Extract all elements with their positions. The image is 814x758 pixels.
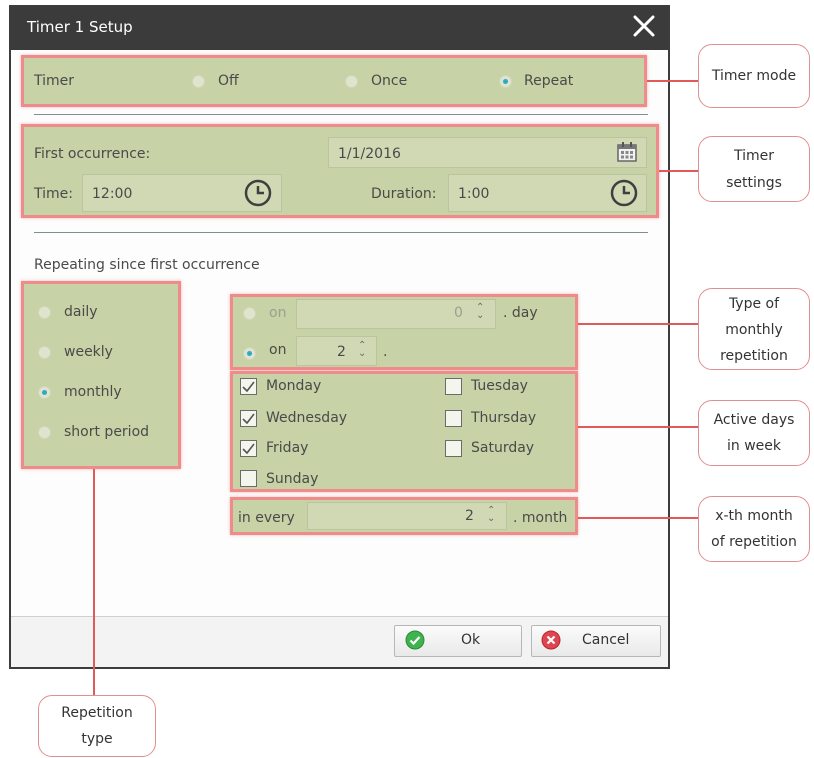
monthly-option2-radio[interactable] — [243, 347, 256, 360]
monthly-label[interactable]: monthly — [64, 384, 122, 400]
wednesday-label[interactable]: Wednesday — [266, 410, 347, 426]
callout-text: of repetition — [711, 534, 797, 550]
callout-text: settings — [726, 175, 782, 191]
callout-text: monthly — [725, 322, 783, 338]
monthly-option1-radio[interactable] — [243, 307, 256, 320]
duration-value: 1:00 — [458, 186, 490, 202]
timer-mode-once-label[interactable]: Once — [371, 73, 407, 89]
callout-line — [647, 80, 699, 82]
every-month-stepper[interactable] — [307, 502, 507, 530]
timer-mode-off-label[interactable]: Off — [218, 73, 239, 89]
sunday-checkbox[interactable] — [240, 470, 257, 487]
thursday-label[interactable]: Thursday — [471, 410, 536, 426]
duration-label: Duration: — [371, 186, 437, 202]
close-icon[interactable] — [630, 12, 658, 40]
callout-text: Timer — [733, 148, 775, 164]
spinner-arrows-icon[interactable]: ⌃ ⌄ — [358, 341, 366, 359]
callout-text: in week — [727, 438, 781, 454]
spinner-arrows-icon[interactable]: ⌃ ⌄ — [487, 506, 495, 524]
callout-line — [578, 426, 699, 428]
callout-text: Timer mode — [711, 68, 797, 84]
timer-mode-repeat-radio[interactable] — [499, 75, 512, 88]
cancel-circle-icon — [541, 630, 561, 650]
callout-text: Type of — [728, 296, 780, 312]
weekly-radio[interactable] — [38, 346, 51, 359]
monthly-radio[interactable] — [38, 386, 51, 399]
callout-active-days: Active days in week — [698, 400, 810, 466]
monthly-option1-stepper[interactable] — [296, 299, 496, 329]
separator — [34, 232, 648, 233]
callout-repetition-type: Repetition type — [38, 695, 156, 757]
saturday-label[interactable]: Saturday — [471, 440, 534, 456]
timer-mode-once-radio[interactable] — [345, 75, 358, 88]
separator — [34, 114, 648, 115]
friday-label[interactable]: Friday — [266, 440, 308, 456]
tuesday-checkbox[interactable] — [445, 378, 462, 395]
monthly-option1-value: 0 — [454, 305, 463, 321]
monthly-option2-suffix: . — [383, 344, 388, 360]
callout-text: Active days — [713, 412, 795, 428]
callout-text: x-th month — [715, 508, 793, 524]
callout-line — [578, 517, 699, 519]
callout-timer-mode: Timer mode — [698, 44, 810, 108]
in-every-label: in every — [238, 510, 295, 526]
short-period-radio[interactable] — [38, 426, 51, 439]
monthly-option2-label: on — [269, 342, 287, 358]
monthly-option1-label: on — [269, 305, 287, 321]
ok-label: Ok — [461, 632, 481, 648]
every-month-value: 2 — [465, 508, 474, 524]
callout-line — [659, 170, 699, 172]
monthly-option2-value: 2 — [337, 344, 346, 360]
dialog-title: Timer 1 Setup — [27, 18, 133, 36]
monday-checkbox[interactable] — [240, 378, 257, 395]
monthly-option1-suffix: . day — [503, 305, 538, 321]
callout-line — [93, 469, 95, 695]
short-period-label[interactable]: short period — [64, 424, 149, 440]
thursday-checkbox[interactable] — [445, 410, 462, 427]
cancel-label: Cancel — [582, 632, 630, 648]
daily-label[interactable]: daily — [64, 304, 98, 320]
callout-line — [578, 323, 699, 325]
sunday-label[interactable]: Sunday — [266, 471, 318, 487]
wednesday-checkbox[interactable] — [240, 410, 257, 427]
monday-label[interactable]: Monday — [266, 378, 321, 394]
timer-mode-off-radio[interactable] — [192, 75, 205, 88]
time-value: 12:00 — [92, 186, 133, 202]
timer-mode-label: Timer — [34, 73, 75, 89]
callout-text: type — [81, 731, 113, 747]
time-label: Time: — [34, 186, 73, 202]
check-circle-icon — [405, 630, 425, 650]
first-occurrence-label: First occurrence: — [34, 146, 151, 162]
repeating-heading: Repeating since first occurrence — [34, 257, 260, 273]
first-occurrence-date-value: 1/1/2016 — [338, 146, 401, 162]
friday-checkbox[interactable] — [240, 440, 257, 457]
weekly-label[interactable]: weekly — [64, 344, 113, 360]
every-month-suffix: . month — [513, 510, 568, 526]
daily-radio[interactable] — [38, 306, 51, 319]
calendar-icon[interactable] — [615, 140, 639, 164]
spinner-arrows-icon[interactable]: ⌃ ⌄ — [476, 303, 484, 321]
callout-xth-month: x-th month of repetition — [698, 496, 810, 562]
clock-icon[interactable] — [243, 178, 273, 208]
clock-icon[interactable] — [609, 178, 639, 208]
timer-mode-repeat-label[interactable]: Repeat — [524, 73, 573, 89]
callout-type-of-monthly: Type of monthly repetition — [698, 288, 810, 370]
tuesday-label[interactable]: Tuesday — [471, 378, 528, 394]
callout-text: repetition — [720, 348, 788, 364]
saturday-checkbox[interactable] — [445, 440, 462, 457]
callout-text: Repetition — [61, 705, 133, 721]
callout-timer-settings: Timer settings — [698, 136, 810, 202]
